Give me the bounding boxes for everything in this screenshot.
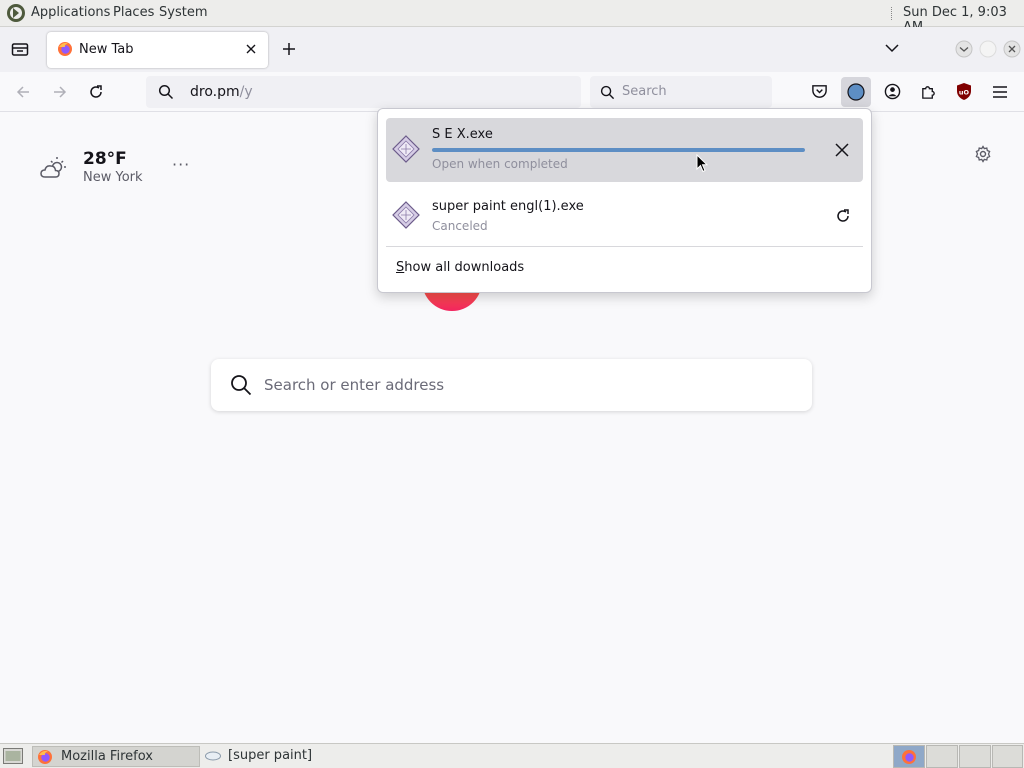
window-close-icon[interactable] — [1003, 40, 1021, 58]
firefox-icon — [58, 42, 72, 56]
mouse-cursor-icon — [696, 154, 708, 173]
pocket-icon[interactable] — [811, 83, 828, 100]
weather-temperature: 28°F — [83, 149, 127, 169]
url-host: dro.pm — [190, 84, 240, 100]
maximize-icon[interactable] — [979, 40, 997, 58]
menu-system[interactable]: System — [159, 5, 207, 20]
taskbar-window-firefox[interactable]: Mozilla Firefox — [32, 746, 200, 767]
search-bar[interactable]: Search — [590, 76, 772, 108]
extensions-puzzle-icon[interactable] — [920, 83, 937, 100]
account-icon[interactable] — [884, 83, 901, 100]
gear-icon[interactable] — [974, 145, 992, 163]
workspace-2[interactable] — [926, 745, 958, 768]
reload-icon[interactable] — [88, 84, 104, 100]
newtab-search-box[interactable]: Search or enter address — [211, 359, 812, 411]
retry-icon[interactable] — [835, 208, 851, 224]
distro-logo-icon[interactable] — [6, 3, 26, 23]
forward-arrow-icon[interactable] — [52, 84, 68, 100]
download-filename: S E X.exe — [432, 127, 493, 142]
search-icon — [158, 84, 174, 100]
workspace-1[interactable] — [893, 745, 925, 768]
app-window-icon — [205, 751, 221, 761]
workspace-3[interactable] — [959, 745, 991, 768]
newtab-search-placeholder: Search or enter address — [264, 376, 445, 394]
tab-overview-icon[interactable] — [11, 41, 29, 57]
divider — [386, 246, 863, 247]
taskbar-window-title: [super paint] — [228, 748, 313, 763]
hamburger-menu-icon[interactable] — [992, 85, 1008, 99]
menu-places[interactable]: Places — [113, 5, 154, 20]
url-text[interactable]: dro.pm/y — [190, 84, 253, 100]
download-item[interactable]: super paint engl(1).exe Canceled — [386, 184, 863, 246]
taskbar-window-title: Mozilla Firefox — [61, 749, 153, 764]
list-all-tabs-chevron-icon[interactable] — [885, 43, 899, 53]
downloads-panel: S E X.exe Open when completed super pain… — [377, 108, 872, 293]
download-progress-icon — [847, 83, 865, 101]
svg-text:uO: uO — [959, 89, 970, 97]
taskbar-window-super-paint[interactable]: [super paint] — [202, 746, 392, 767]
search-icon — [600, 85, 615, 100]
close-icon[interactable] — [835, 143, 849, 157]
downloads-button[interactable] — [841, 77, 871, 107]
exe-file-icon — [392, 135, 420, 163]
firefox-icon — [902, 750, 916, 764]
taskbar: Mozilla Firefox [super paint] — [0, 743, 1024, 768]
download-progress-fill — [432, 148, 805, 152]
download-status: Canceled — [432, 219, 488, 233]
download-progress-bar — [432, 148, 805, 152]
weather-more-options-button[interactable]: ··· — [172, 155, 190, 174]
ublock-origin-icon[interactable]: uO — [955, 82, 973, 101]
search-icon — [231, 375, 252, 396]
download-filename: super paint engl(1).exe — [432, 199, 584, 214]
tab-close-icon[interactable] — [245, 43, 257, 55]
search-placeholder: Search — [622, 84, 667, 99]
menu-applications[interactable]: Applications — [31, 5, 110, 20]
show-all-downloads-button[interactable]: Show all downloads — [396, 260, 524, 275]
new-tab-plus-icon[interactable] — [282, 42, 296, 56]
exe-file-icon — [392, 201, 420, 229]
firefox-icon — [38, 750, 52, 764]
show-all-label-rest: how all downloads — [404, 260, 525, 275]
url-bar[interactable]: dro.pm/y — [146, 76, 581, 108]
tab-new-tab[interactable]: New Tab — [47, 32, 268, 68]
tab-title: New Tab — [79, 42, 134, 57]
download-item[interactable]: S E X.exe Open when completed — [386, 118, 863, 182]
workspace-4[interactable] — [992, 745, 1023, 768]
panel-separator — [891, 7, 893, 20]
show-desktop-icon[interactable] — [3, 748, 23, 765]
back-arrow-icon[interactable] — [15, 84, 31, 100]
download-status: Open when completed — [432, 157, 568, 171]
weather-cloud-sun-icon — [40, 157, 66, 178]
url-path: /y — [239, 84, 253, 100]
minimize-icon[interactable] — [955, 40, 973, 58]
system-panel: Applications Places System Sun Dec 1, 9:… — [0, 0, 1024, 35]
weather-location: New York — [83, 170, 143, 185]
